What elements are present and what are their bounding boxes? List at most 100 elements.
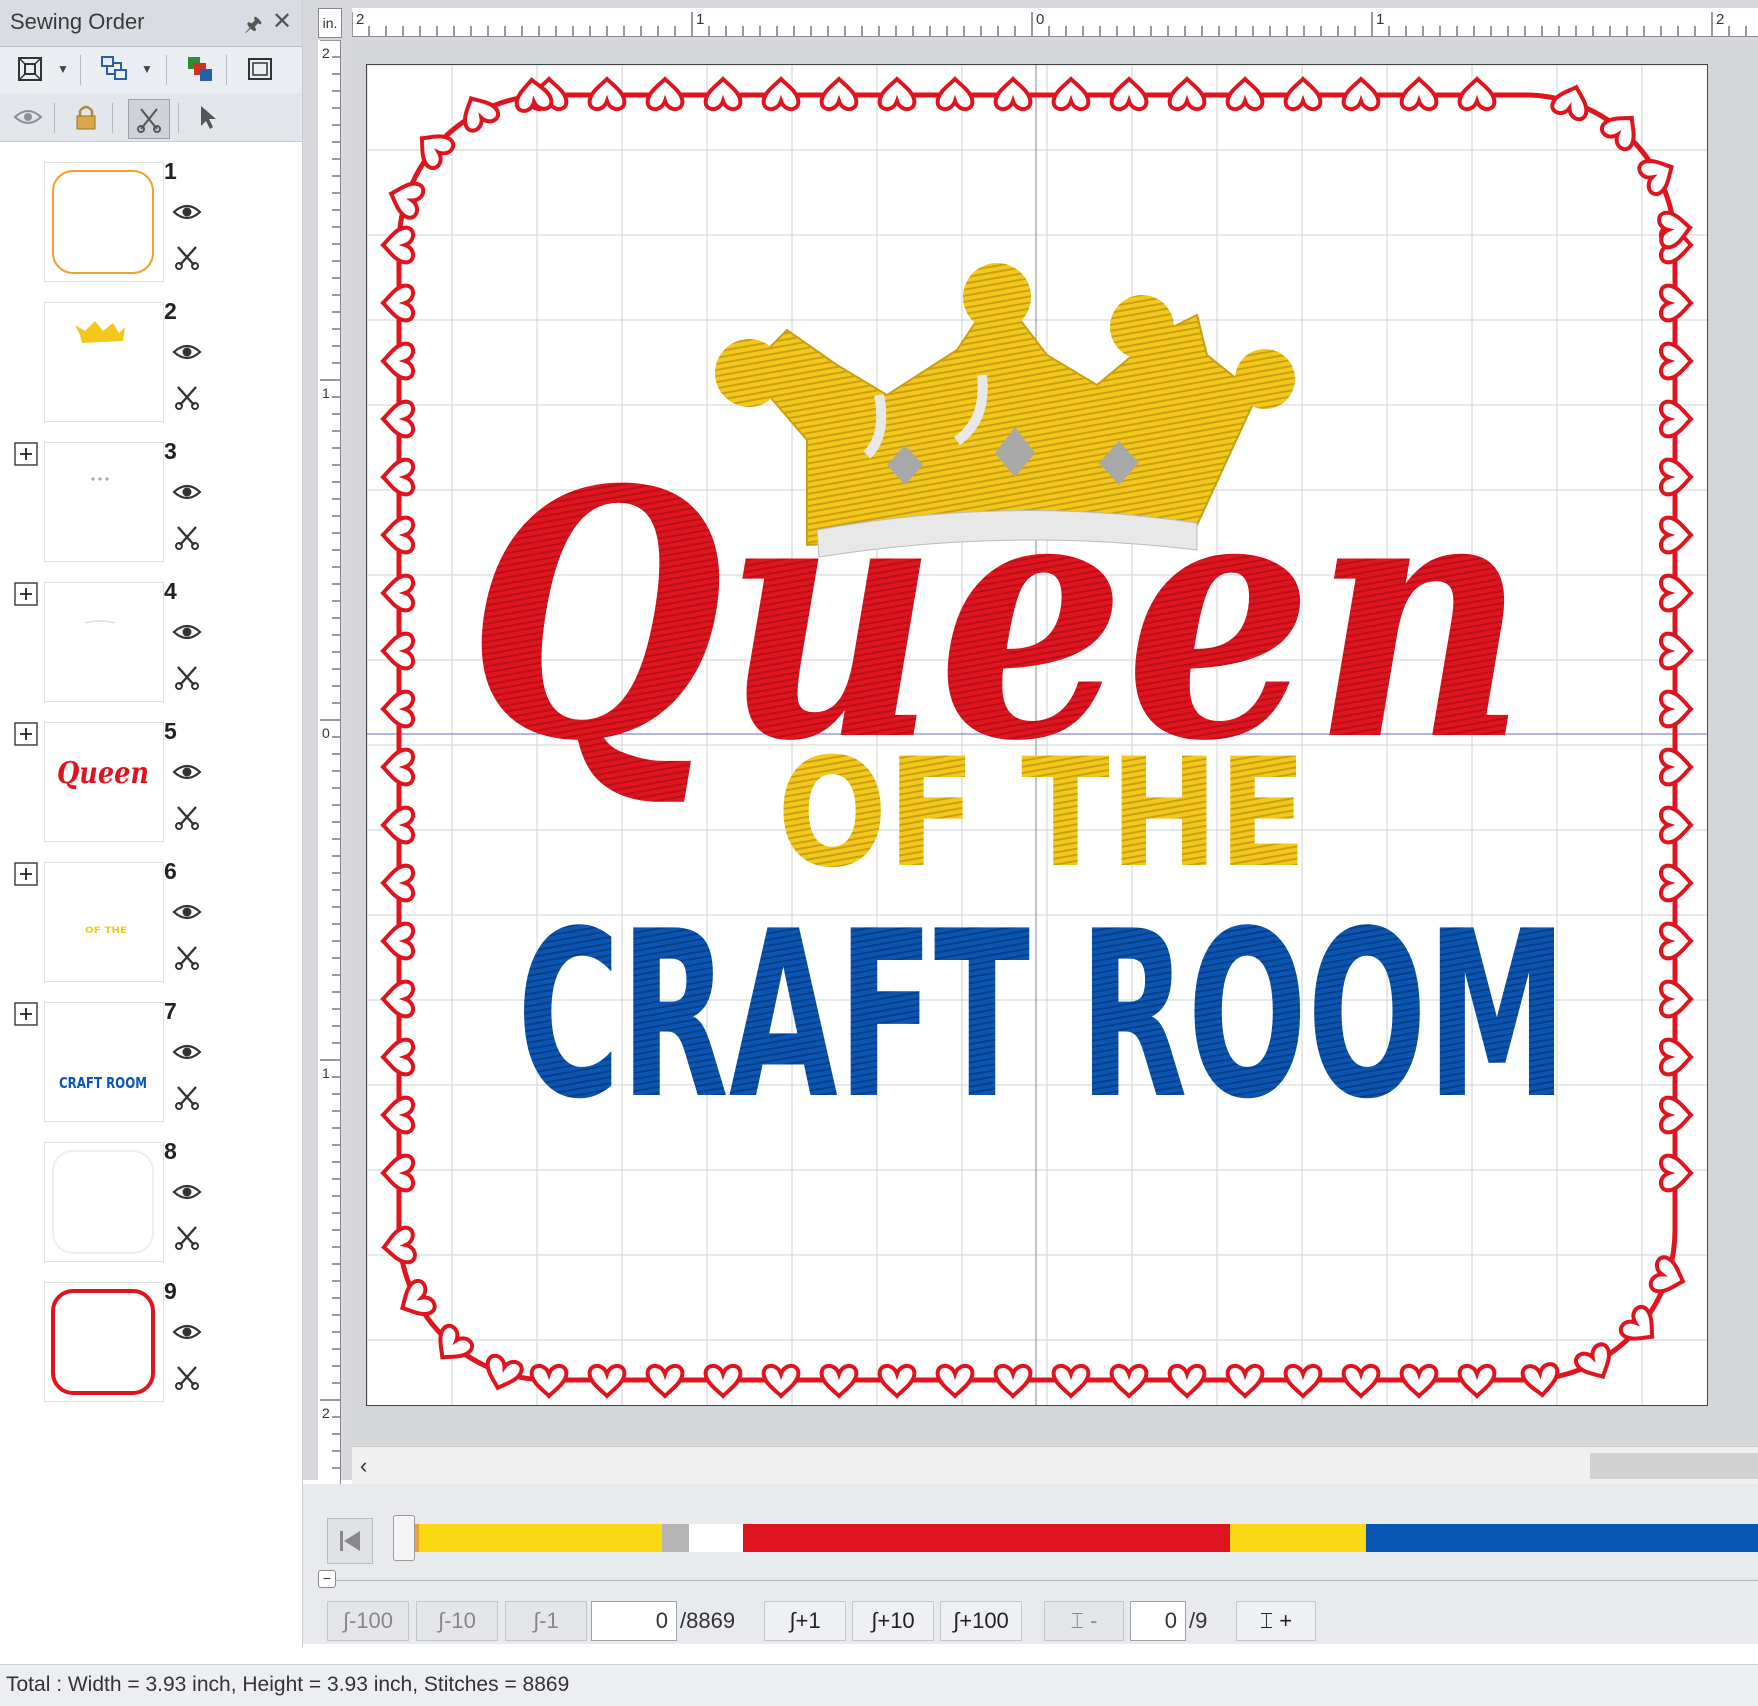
stitch-forward-10-button[interactable]: ∫ +10 — [852, 1601, 934, 1641]
eye-icon[interactable] — [172, 482, 202, 502]
heart-shape — [381, 1095, 416, 1135]
item-number: 9 — [164, 1278, 177, 1304]
scissors-icon[interactable] — [174, 1364, 200, 1390]
chevron-down-icon[interactable]: ▼ — [52, 53, 74, 85]
stitch-slider-handle[interactable] — [393, 1515, 415, 1561]
item-thumbnail[interactable] — [44, 1282, 164, 1402]
lock-icon[interactable] — [70, 101, 102, 133]
collapse-icon[interactable]: − — [318, 1570, 336, 1588]
heart-shape — [1658, 399, 1693, 439]
scissors-icon[interactable] — [174, 804, 200, 830]
eye-icon[interactable] — [172, 342, 202, 362]
ruler-label: 1 — [696, 11, 704, 28]
eye-icon[interactable] — [172, 1322, 202, 1342]
heart-shape — [1109, 77, 1149, 112]
item-number: 1 — [164, 158, 177, 184]
heart-shape — [1637, 152, 1680, 197]
heart-shape — [1283, 1363, 1323, 1398]
design-canvas[interactable]: Queen OF THE CRAFT ROOM — [366, 64, 1708, 1406]
eye-icon[interactable] — [172, 902, 202, 922]
ruler-label: 0 — [322, 725, 330, 741]
sewing-order-item[interactable]: 9 — [0, 1272, 302, 1412]
stitch-forward-100-button[interactable]: ∫ +100 — [940, 1601, 1022, 1641]
item-thumbnail[interactable] — [44, 582, 164, 702]
heart-shape — [1051, 1363, 1091, 1398]
heart-shape — [587, 1363, 627, 1398]
scissors-icon[interactable] — [174, 244, 200, 270]
heart-shape — [381, 1037, 416, 1077]
color-segment — [1365, 1524, 1758, 1552]
fit-view-icon[interactable] — [14, 53, 46, 85]
eye-icon[interactable] — [12, 101, 44, 133]
status-bar: Total : Width = 3.93 inch, Height = 3.93… — [0, 1664, 1758, 1706]
toolbar-separator — [166, 55, 167, 85]
color-segment — [743, 1524, 1231, 1552]
scissors-icon[interactable] — [174, 1084, 200, 1110]
sewing-order-item[interactable]: 2 — [0, 292, 302, 432]
sewing-order-item[interactable]: 8 — [0, 1132, 302, 1272]
scissors-icon[interactable] — [174, 664, 200, 690]
scroll-left-icon[interactable]: ‹ — [360, 1453, 367, 1479]
scissors-icon[interactable] — [174, 384, 200, 410]
eye-icon[interactable] — [172, 762, 202, 782]
heart-shape — [1658, 689, 1693, 729]
sewing-order-item[interactable]: 1 — [0, 152, 302, 292]
reorder-icon[interactable] — [98, 53, 130, 85]
frame-icon[interactable] — [244, 53, 276, 85]
sewing-order-item[interactable]: OF THE 6 — [0, 852, 302, 992]
sewing-order-item[interactable]: 4 — [0, 572, 302, 712]
select-arrow-icon[interactable] — [192, 101, 224, 133]
stitch-position-input[interactable]: 0 — [591, 1601, 677, 1641]
color-position-input[interactable]: 0 — [1130, 1601, 1186, 1641]
eye-icon[interactable] — [172, 1042, 202, 1062]
next-color-button[interactable]: ⌶ + — [1236, 1601, 1316, 1641]
heart-shape — [1341, 1363, 1381, 1398]
expand-icon[interactable] — [14, 582, 38, 606]
heart-shape — [645, 1363, 685, 1398]
item-thumbnail[interactable] — [44, 302, 164, 422]
item-thumbnail[interactable] — [44, 162, 164, 282]
frame-icon: ⌶ — [1259, 1608, 1274, 1633]
heart-shape — [394, 1278, 437, 1323]
sewing-order-item[interactable]: Queen 5 — [0, 712, 302, 852]
status-text: Total : Width = 3.93 inch, Height = 3.93… — [6, 1673, 570, 1696]
stitch-back-1-button[interactable]: ∫ -1 — [505, 1601, 587, 1641]
stitch-color-track[interactable] — [405, 1524, 1758, 1552]
chevron-down-icon[interactable]: ▼ — [136, 53, 158, 85]
item-thumbnail[interactable] — [44, 442, 164, 562]
eye-icon[interactable] — [172, 202, 202, 222]
prev-color-button[interactable]: ⌶ - — [1044, 1601, 1124, 1641]
heart-shape — [703, 77, 743, 112]
item-thumbnail[interactable]: Queen — [44, 722, 164, 842]
expand-icon[interactable] — [14, 442, 38, 466]
heart-shape — [381, 283, 416, 323]
item-thumbnail[interactable]: CRAFT ROOM — [44, 1002, 164, 1122]
go-to-start-button[interactable] — [327, 1518, 373, 1564]
eye-icon[interactable] — [172, 1182, 202, 1202]
stitch-back-10-button[interactable]: ∫ -10 — [416, 1601, 498, 1641]
scrollbar-thumb[interactable] — [1590, 1453, 1758, 1479]
expand-icon[interactable] — [14, 1002, 38, 1026]
horizontal-scrollbar[interactable]: ‹ — [352, 1446, 1758, 1485]
scissors-icon[interactable] — [174, 524, 200, 550]
expand-icon[interactable] — [14, 722, 38, 746]
ruler-label: 2 — [322, 1405, 330, 1421]
sewing-order-item[interactable]: CRAFT ROOM 7 — [0, 992, 302, 1132]
heart-shape — [819, 1363, 859, 1398]
eye-icon[interactable] — [172, 622, 202, 642]
pin-icon[interactable]: 🖈 — [244, 10, 263, 44]
scissors-icon[interactable] — [174, 1224, 200, 1250]
item-thumbnail[interactable] — [44, 1142, 164, 1262]
stitch-back-100-button[interactable]: ∫ -100 — [327, 1601, 409, 1641]
stitch-forward-1-button[interactable]: ∫ +1 — [764, 1601, 846, 1641]
scissors-toggle-icon[interactable] — [128, 99, 170, 139]
expand-icon[interactable] — [14, 862, 38, 886]
sewing-order-item[interactable]: 3 — [0, 432, 302, 572]
heart-shape — [381, 747, 416, 787]
close-icon[interactable]: ✕ — [272, 7, 292, 36]
scissors-icon[interactable] — [174, 944, 200, 970]
color-layers-icon[interactable] — [184, 53, 216, 85]
heart-shape — [1225, 1363, 1265, 1398]
heart-shape — [456, 90, 501, 133]
item-thumbnail[interactable]: OF THE — [44, 862, 164, 982]
